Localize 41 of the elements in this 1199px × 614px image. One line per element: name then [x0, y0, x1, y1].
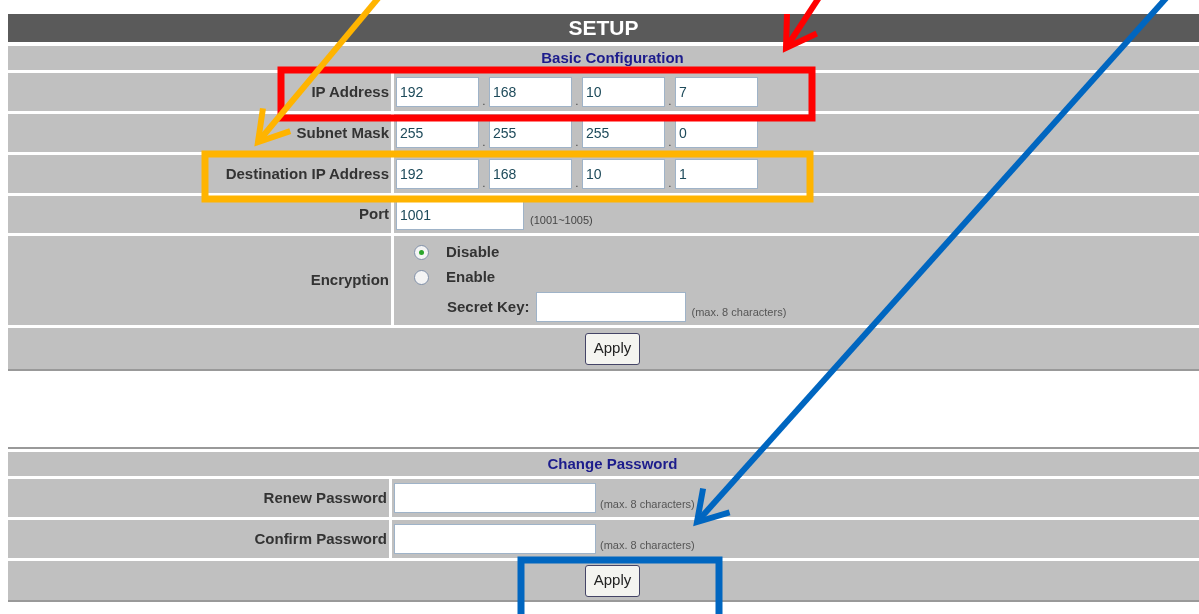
field-label: Encryption — [310, 270, 389, 291]
field-label: Port — [359, 204, 389, 225]
password-field[interactable] — [394, 483, 596, 513]
hint-text: (max. 8 characters) — [600, 537, 695, 553]
octet-separator: . — [574, 179, 580, 189]
octet-separator: . — [667, 138, 673, 148]
hint-text: (max. 8 characters) — [600, 496, 695, 512]
octet-separator: . — [574, 138, 580, 148]
octet-separator: . — [667, 179, 673, 189]
octet-field[interactable]: 168 — [489, 159, 572, 189]
apply-button[interactable]: Apply — [584, 332, 641, 365]
octet-separator: . — [667, 97, 673, 107]
octet-separator: . — [481, 97, 487, 107]
apply-button[interactable]: Apply — [584, 564, 641, 597]
field-label: IP Address — [311, 81, 389, 102]
secret-key-field[interactable] — [535, 292, 686, 322]
field-label: Secret Key: — [447, 296, 530, 317]
octet-field[interactable]: 10 — [582, 77, 665, 107]
field-label: Subnet Mask — [296, 122, 389, 143]
octet-field[interactable]: 1 — [675, 159, 758, 189]
page-header: SETUP — [8, 14, 1199, 42]
octet-separator: . — [481, 138, 487, 148]
octet-field[interactable]: 7 — [675, 77, 758, 107]
password-field[interactable] — [394, 524, 596, 554]
section-title: Change Password — [8, 452, 1199, 476]
field-label: Destination IP Address — [225, 163, 389, 184]
octet-field[interactable]: 10 — [582, 159, 665, 189]
octet-field[interactable]: 192 — [396, 159, 479, 189]
field-label: Confirm Password — [254, 528, 387, 549]
octet-field[interactable]: 192 — [396, 77, 479, 107]
hint-text: (max. 8 characters) — [691, 304, 787, 320]
radio-button[interactable] — [414, 245, 429, 260]
radio-button[interactable] — [414, 270, 429, 285]
radio-label: Enable — [446, 267, 496, 288]
radio-label: Disable — [446, 242, 500, 263]
octet-separator: . — [481, 179, 487, 189]
octet-field[interactable]: 168 — [489, 77, 572, 107]
section-title: Basic Configuration — [8, 46, 1199, 70]
hint-text: (1001~1005) — [530, 213, 593, 229]
octet-separator: . — [574, 97, 580, 107]
field-label: Renew Password — [263, 487, 387, 508]
